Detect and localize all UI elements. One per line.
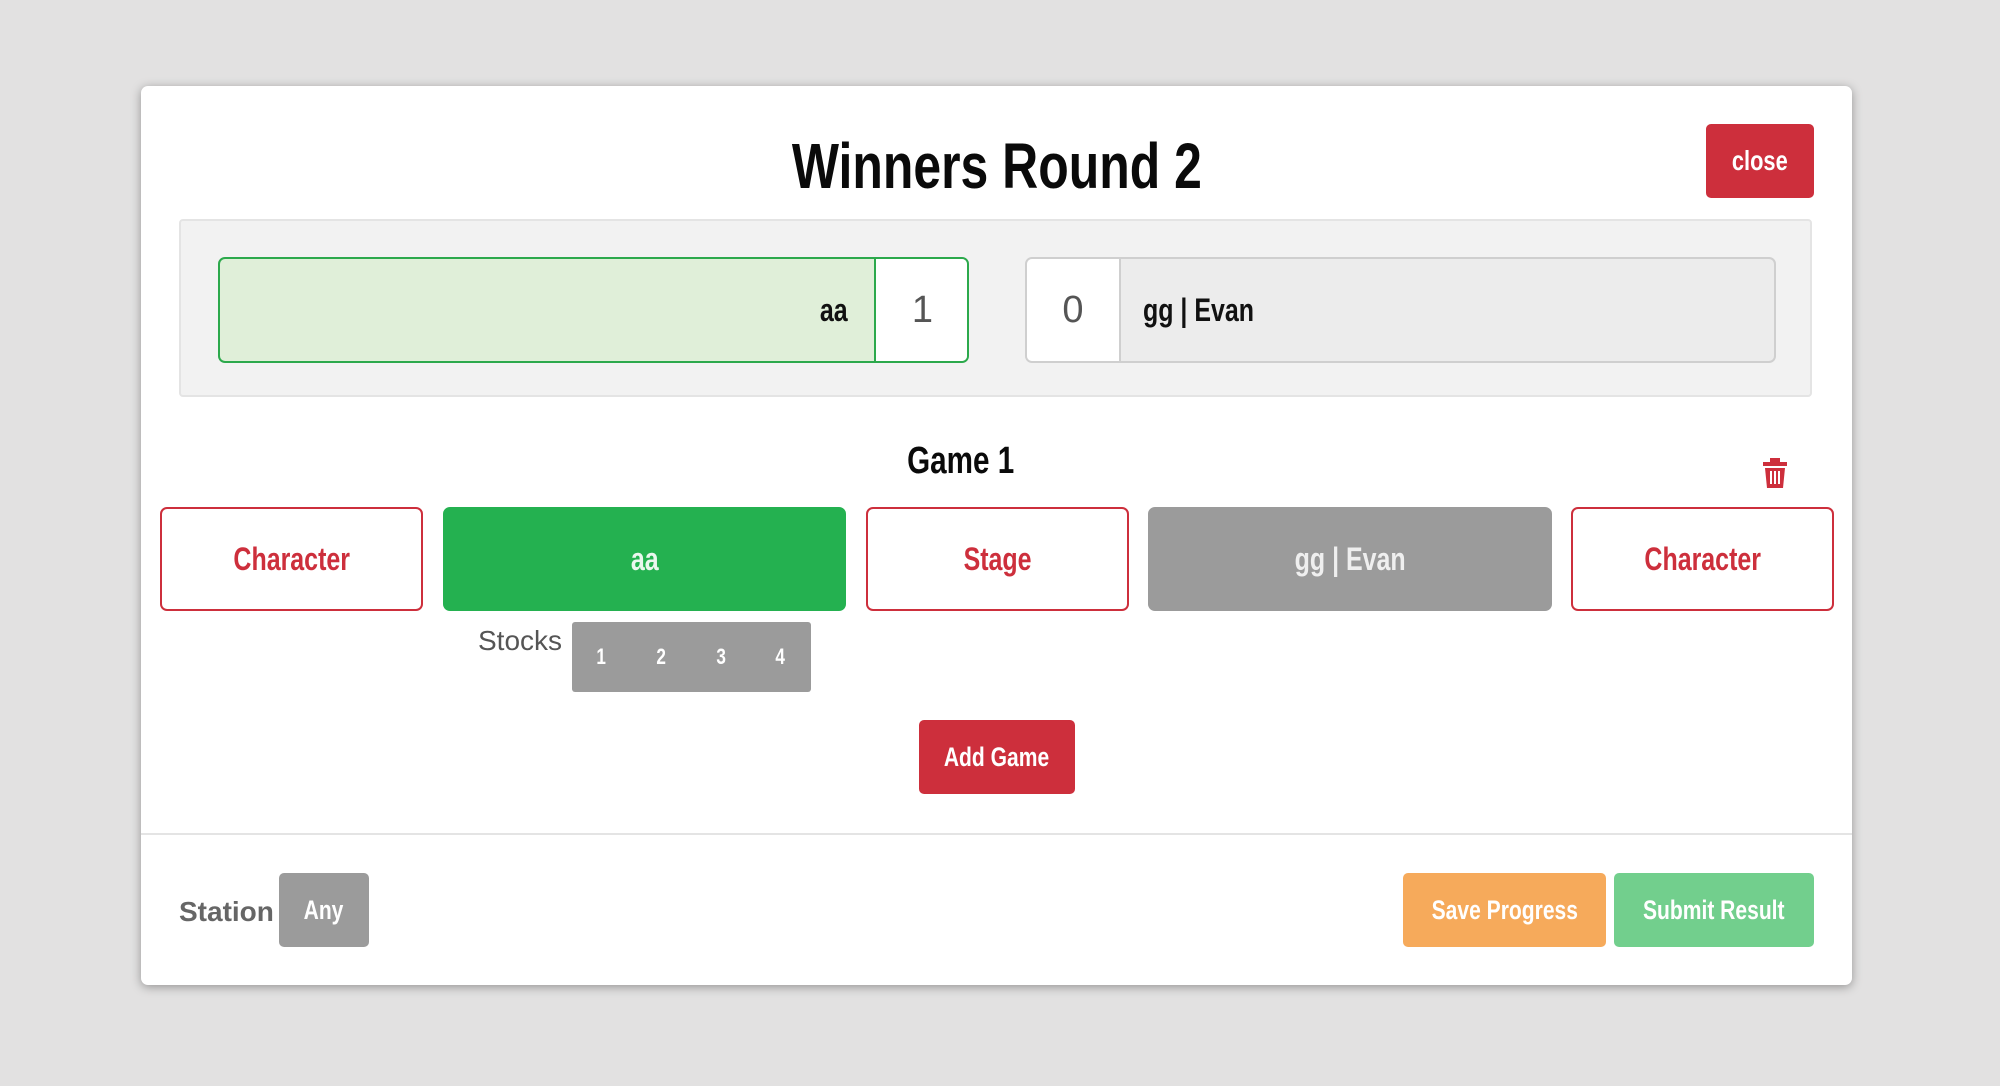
stage-button[interactable]: Stage	[866, 507, 1129, 611]
report-modal: Winners Round 2 close aa 1 0 gg | Evan G…	[141, 86, 1852, 985]
score-panel: aa 1 0 gg | Evan	[179, 219, 1812, 397]
modal-title-text: Winners Round 2	[791, 130, 1202, 202]
stock-option-4-label: 4	[775, 644, 786, 669]
loser-player-label: gg | Evan	[1294, 541, 1406, 577]
player2-name: gg | Evan	[1143, 292, 1255, 328]
player1-name-text: aa	[820, 292, 848, 328]
player2-score[interactable]: 0	[1027, 259, 1121, 361]
loser-player-button[interactable]: gg | Evan	[1148, 507, 1552, 611]
game-label-text: Game 1	[907, 440, 1015, 482]
stock-option-3-label: 3	[716, 644, 727, 669]
player2-score-card[interactable]: 0 gg | Evan	[1025, 257, 1776, 363]
stocks-label: Stocks	[478, 625, 563, 656]
player1-name: aa	[220, 259, 874, 361]
station-label: Station	[179, 896, 274, 927]
player1-score-card[interactable]: aa 1	[218, 257, 969, 363]
add-game-button[interactable]: Add Game	[919, 720, 1075, 794]
left-character-button[interactable]: Character	[160, 507, 423, 611]
save-progress-button[interactable]: Save Progress	[1403, 873, 1606, 947]
left-character-label: Character	[233, 541, 350, 577]
submit-result-button[interactable]: Submit Result	[1614, 873, 1814, 947]
stock-option-2-label: 2	[656, 644, 667, 669]
right-character-label: Character	[1644, 541, 1761, 577]
stock-option-4[interactable]: 4	[751, 622, 810, 692]
add-game-label: Add Game	[944, 742, 1050, 772]
winner-player-label: aa	[630, 541, 659, 577]
station-value: Any	[304, 895, 344, 925]
submit-result-label: Submit Result	[1643, 895, 1785, 925]
close-button[interactable]: close	[1706, 124, 1814, 198]
stock-option-1-label: 1	[596, 644, 607, 669]
save-progress-label: Save Progress	[1431, 895, 1578, 925]
stock-option-2[interactable]: 2	[632, 622, 691, 692]
player1-score[interactable]: 1	[874, 259, 967, 361]
close-button-label: close	[1732, 145, 1788, 176]
stock-option-3[interactable]: 3	[692, 622, 751, 692]
station-select-button[interactable]: Any	[279, 873, 369, 947]
trash-icon[interactable]	[1761, 458, 1789, 488]
modal-title: Winners Round 2	[141, 126, 1852, 206]
stock-option-1[interactable]: 1	[572, 622, 631, 692]
stage-label: Stage	[963, 541, 1032, 577]
stocks-selector: 1 2 3 4	[572, 622, 811, 692]
game-label: Game 1	[141, 436, 1781, 486]
winner-player-button[interactable]: aa	[443, 507, 846, 611]
right-character-button[interactable]: Character	[1571, 507, 1834, 611]
footer-divider	[141, 833, 1852, 835]
